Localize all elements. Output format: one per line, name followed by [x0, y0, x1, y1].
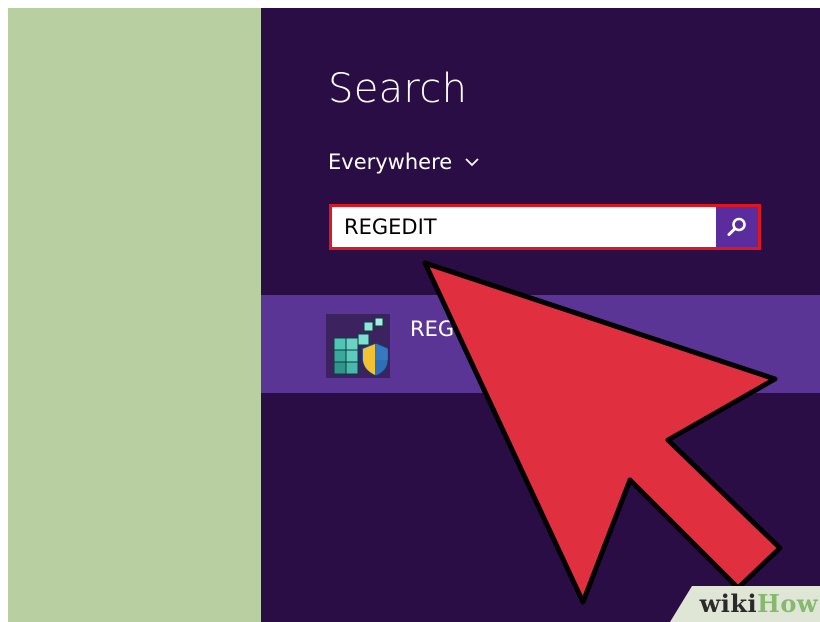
watermark-how: How — [757, 589, 818, 618]
search-scope-label: Everywhere — [328, 150, 453, 174]
registry-editor-icon — [326, 314, 390, 378]
screen-frame: Search Everywhere REGEDIT REG wikiHow — [8, 8, 820, 622]
search-button[interactable] — [716, 207, 758, 247]
charm-title: Search — [328, 66, 468, 112]
search-result-item[interactable]: REG — [261, 295, 820, 393]
search-charm-pane: Search Everywhere REGEDIT REG — [261, 8, 820, 622]
search-box — [329, 204, 761, 250]
search-icon — [727, 217, 746, 236]
search-result-label: REG — [410, 317, 455, 341]
chevron-down-icon — [465, 158, 479, 167]
wikihow-watermark: wikiHow — [700, 589, 818, 618]
start-screen-background — [8, 8, 261, 622]
search-scope-dropdown[interactable]: Everywhere — [328, 150, 480, 174]
search-input[interactable] — [332, 207, 716, 247]
watermark-wiki: wiki — [699, 589, 758, 618]
